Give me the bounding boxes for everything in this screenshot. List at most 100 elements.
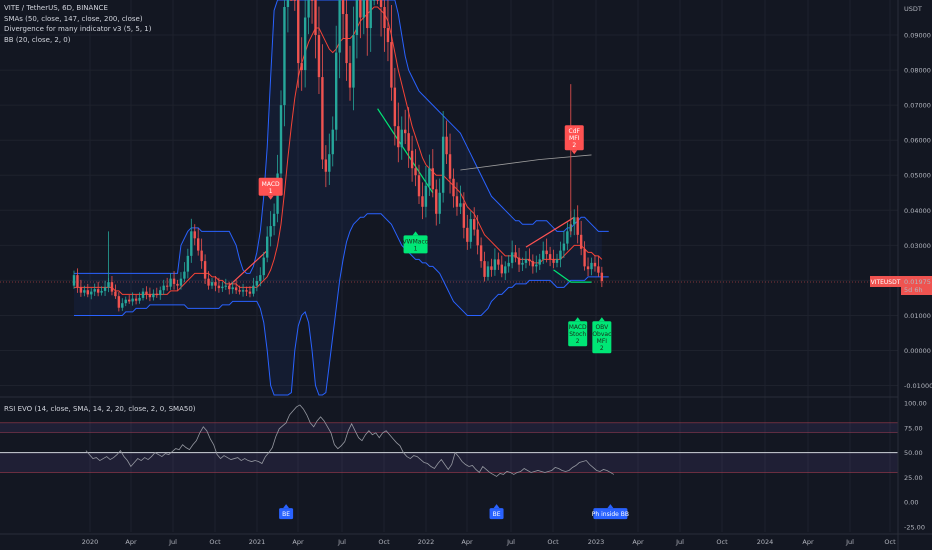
time-axis[interactable]: 2020 Apr Jul Oct 2021 Apr Jul Oct 2022 Apr Jul Oct 2… <box>0 533 932 546</box>
candle-body <box>86 290 89 295</box>
candle-body <box>96 289 100 293</box>
candle-body <box>414 168 417 176</box>
rsi-annotation-text: BE <box>493 511 501 518</box>
annotation-text: 1 <box>414 245 418 252</box>
candle-body <box>138 297 141 301</box>
candle-body <box>110 282 114 292</box>
price-tick-label: 0.05000 <box>904 172 931 180</box>
rsi-panel[interactable]: BE BE Ph inside BB <box>0 404 898 520</box>
candle-body <box>448 154 452 179</box>
rsi-title[interactable]: RSI EVO (14, close, SMA, 14, 2, 20, clos… <box>4 405 196 413</box>
time-tick-label: 2020 <box>82 538 99 546</box>
candle-body <box>214 282 217 286</box>
candle-body <box>524 259 528 263</box>
candle-body <box>566 231 569 244</box>
countdown-text: 5d 6h <box>904 286 923 294</box>
candle-body <box>362 0 365 18</box>
annotation-pointer <box>571 150 578 155</box>
candle-body <box>369 0 372 29</box>
price-axis[interactable]: USDT 0.09000 0.08000 0.07000 0.06000 0.05000 0… <box>897 0 932 550</box>
time-tick-label: Jul <box>675 538 684 546</box>
annotation-text: MACD <box>262 181 280 188</box>
candle-body <box>390 42 393 88</box>
currency-label: USDT <box>904 5 922 13</box>
annotation-text: CdF <box>569 128 581 135</box>
candle-body <box>155 293 158 296</box>
time-tick-label: Apr <box>632 538 644 546</box>
candle-body <box>224 285 227 287</box>
time-tick-label: 2023 <box>588 538 605 546</box>
indicator-bb[interactable]: BB (20, close, 2, 0) <box>4 35 151 46</box>
annotation-text: 2 <box>600 345 604 352</box>
candle-body <box>93 289 96 292</box>
candle-body <box>103 287 107 291</box>
time-tick-label: Apr <box>461 538 473 546</box>
candle-body <box>441 136 445 193</box>
sma-long-line <box>460 154 592 171</box>
candle-body <box>203 261 207 279</box>
candle-body <box>307 0 310 18</box>
candle-body <box>590 262 593 270</box>
rsi-tick-label: 0.00 <box>904 499 918 507</box>
time-tick-label: Oct <box>378 538 390 546</box>
rsi-tick-label: -25.00 <box>904 524 925 532</box>
candle-body <box>493 259 497 270</box>
candle-body <box>597 266 600 273</box>
candle-body <box>100 290 103 293</box>
time-tick-label: Oct <box>884 538 896 546</box>
candle-body <box>134 298 138 301</box>
candle-body <box>476 229 479 246</box>
candle-body <box>259 275 262 282</box>
candle-body <box>286 0 290 8</box>
candle-body <box>148 294 152 298</box>
indicator-divergence[interactable]: Divergence for many indicator v3 (5, 5, … <box>4 24 151 35</box>
ticker-badge-text: VITEUSDT <box>871 279 901 286</box>
candle-body <box>466 227 469 242</box>
candle-body <box>366 0 369 29</box>
candle-body <box>352 35 355 88</box>
chart-legend: VITE / TetherUS, 6D, BINANCE SMAs (50, c… <box>4 3 151 45</box>
candle-body <box>335 52 338 130</box>
candle-body <box>172 278 176 284</box>
candle-body <box>328 154 331 172</box>
rsi-annotation-text: Ph inside BB <box>592 511 629 518</box>
candle-body <box>531 261 535 267</box>
candle-body <box>217 285 221 289</box>
bollinger-band-fill <box>74 0 602 395</box>
candle-body <box>269 226 272 237</box>
symbol-line[interactable]: VITE / TetherUS, 6D, BINANCE <box>4 3 151 14</box>
candle-body <box>500 264 503 274</box>
candle-body <box>121 303 124 308</box>
candle-body <box>417 175 421 197</box>
indicator-sma[interactable]: SMAs (50, close, 147, close, 200, close) <box>4 14 151 25</box>
candle-body <box>245 290 248 292</box>
annotation-text: Obvac <box>592 331 611 338</box>
candle-body <box>310 0 314 1</box>
time-tick-label: 2024 <box>757 538 774 546</box>
candle-body <box>545 250 548 255</box>
time-tick-label: Jul <box>168 538 177 546</box>
candle-body <box>504 266 507 274</box>
candle-body <box>262 257 265 276</box>
time-tick-label: Oct <box>716 538 728 546</box>
candle-body <box>379 0 383 8</box>
bb-fill <box>74 0 602 395</box>
candle-body <box>459 203 462 207</box>
annotation-text: MFI <box>569 135 580 142</box>
candle-body <box>162 285 165 291</box>
candle-body <box>169 278 172 287</box>
price-tick-label: 0.01000 <box>904 312 931 320</box>
candle-body <box>345 14 348 64</box>
candle-body <box>90 291 93 295</box>
time-tick-label: Oct <box>209 538 221 546</box>
candle-body <box>445 136 448 155</box>
time-tick-label: Jul <box>337 538 346 546</box>
time-tick-label: Oct <box>547 538 559 546</box>
candle-body <box>462 203 466 228</box>
rsi-annotation-pointer <box>283 504 290 509</box>
candle-body <box>438 192 441 214</box>
price-chart[interactable]: MACD1CdFMFI2VWMacd1MACDStoch2OBVObvacMFI… <box>0 0 932 550</box>
candle-body <box>372 0 376 1</box>
annotation-text: 2 <box>572 142 576 149</box>
candle-body <box>321 77 324 160</box>
